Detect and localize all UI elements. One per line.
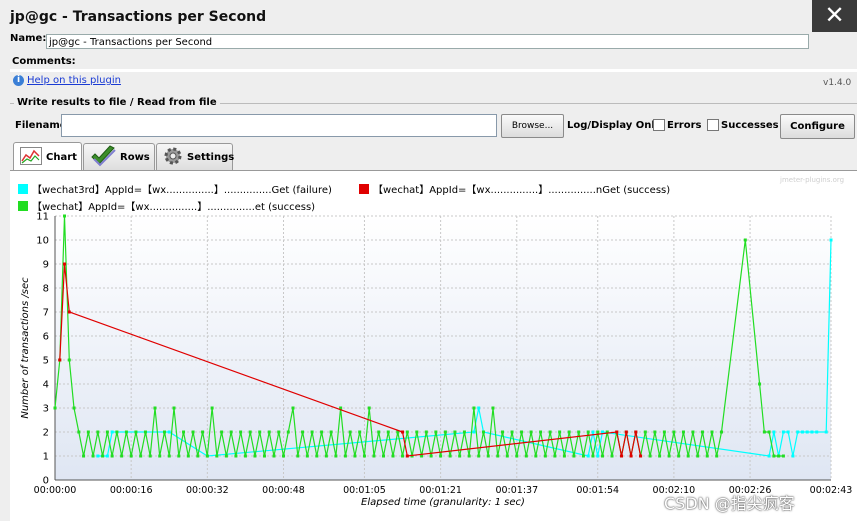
file-section-legend: Write results to file / Read from file (14, 97, 220, 108)
checkmark-icon (90, 144, 116, 170)
chart-panel (10, 170, 857, 521)
legend-swatch-cyan (18, 183, 28, 194)
comments-field[interactable] (10, 69, 857, 72)
log-display-label: Log/Display Only: (567, 120, 666, 131)
chart-icon (20, 146, 42, 168)
tab-chart[interactable]: Chart (13, 142, 82, 171)
tab-settings[interactable]: Settings (156, 143, 235, 170)
browse-button[interactable]: Browse... (501, 114, 564, 138)
csdn-watermark: CSDN @指尖疯客 (664, 494, 795, 513)
filename-label: Filename (15, 120, 67, 131)
legend-swatch-green (18, 200, 28, 211)
gear-icon (163, 146, 183, 169)
help-link[interactable]: Help on this plugin (27, 75, 121, 86)
errors-checkbox[interactable] (653, 119, 665, 131)
info-icon: i (13, 75, 24, 86)
successes-checkbox[interactable] (707, 119, 719, 131)
help-row: i Help on this plugin (13, 75, 121, 86)
legend-entry-wechat-green: 【wechat】AppId=【wx...............】.......… (18, 198, 315, 213)
tab-chart-label: Chart (46, 151, 77, 163)
legend-entry-failure: 【wechat3rd】AppId=【wx...............】....… (18, 181, 332, 196)
window-title: jp@gc - Transactions per Second (10, 9, 267, 25)
successes-label: Successes (721, 120, 779, 131)
name-label: Name: (10, 33, 47, 44)
filename-input[interactable] (61, 114, 497, 137)
version-label: v1.4.0 (823, 78, 852, 88)
legend-entry-wechat-red: 【wechat】AppId=【wx...............】.......… (359, 181, 670, 196)
tab-rows-label: Rows (120, 151, 150, 163)
jmeter-plugins-watermark: jmeter-plugins.org (780, 176, 845, 184)
legend-label-failure: 【wechat3rd】AppId=【wx...............】....… (32, 185, 332, 196)
tab-settings-label: Settings (187, 151, 235, 163)
legend-swatch-red (359, 183, 369, 194)
close-button[interactable]: ✕ (812, 0, 857, 32)
tab-rows[interactable]: Rows (83, 143, 155, 170)
comments-label: Comments: (12, 56, 76, 67)
legend-label-red: 【wechat】AppId=【wx...............】.......… (373, 185, 671, 196)
errors-label: Errors (667, 120, 702, 131)
configure-button[interactable]: Configure (780, 114, 855, 139)
name-input[interactable]: jp@gc - Transactions per Second (46, 34, 809, 49)
legend-label-green: 【wechat】AppId=【wx...............】.......… (32, 202, 316, 213)
